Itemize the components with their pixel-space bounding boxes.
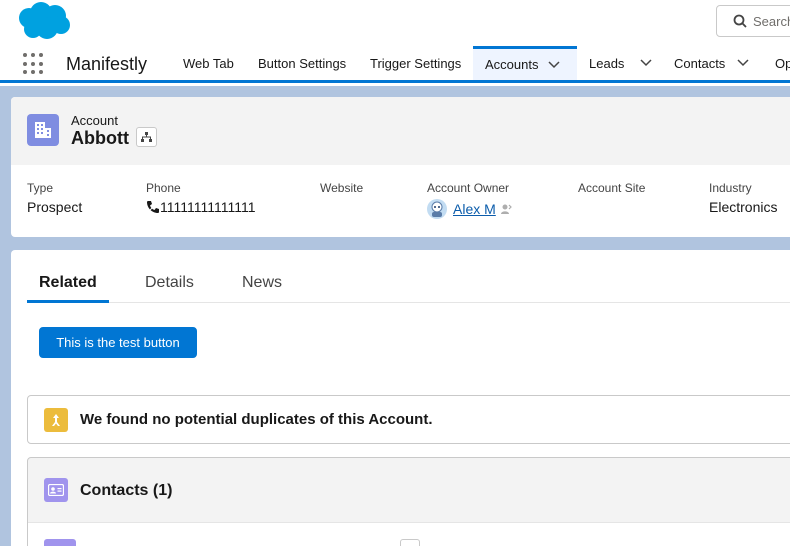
search-placeholder: Search... bbox=[753, 13, 790, 29]
phone-icon[interactable] bbox=[146, 200, 160, 214]
test-button[interactable]: This is the test button bbox=[39, 327, 197, 358]
app-navigation-bar: Manifestly Web Tab Button Settings Trigg… bbox=[0, 46, 790, 83]
field-phone: Phone 11111111111111 bbox=[146, 181, 256, 215]
contact-icon bbox=[44, 478, 68, 502]
contacts-list-title[interactable]: Contacts (1) bbox=[80, 482, 172, 500]
contacts-related-list: Contacts (1) bbox=[27, 457, 790, 546]
account-icon bbox=[27, 114, 59, 146]
field-label: Type bbox=[27, 181, 54, 195]
hierarchy-icon bbox=[141, 131, 152, 142]
duplicates-card: We found no potential duplicates of this… bbox=[27, 395, 790, 444]
tab-details[interactable]: Details bbox=[145, 274, 194, 292]
app-name: Manifestly bbox=[66, 54, 148, 74]
record-highlights-panel: Account Abbott Type Prospect Phone 11111… bbox=[11, 97, 790, 237]
phone-number[interactable]: 11111111111111 bbox=[160, 199, 256, 215]
nav-item-trigger-settings[interactable]: Trigger Settings bbox=[370, 46, 461, 80]
duplicates-message: We found no potential duplicates of this… bbox=[80, 411, 433, 428]
field-industry: Industry Electronics bbox=[709, 181, 777, 215]
field-label: Account Owner bbox=[427, 181, 510, 195]
field-label: Phone bbox=[146, 181, 181, 195]
nav-item-label: Contacts bbox=[674, 55, 726, 71]
contacts-list-body bbox=[28, 522, 790, 546]
chevron-down-icon[interactable] bbox=[737, 59, 749, 67]
row-actions-menu[interactable] bbox=[400, 539, 420, 546]
change-owner-icon[interactable] bbox=[500, 203, 512, 215]
active-tab-indicator bbox=[27, 300, 109, 303]
global-header: Search... bbox=[0, 0, 790, 46]
nav-item-label: Button Settings bbox=[258, 55, 347, 71]
field-value: Prospect bbox=[27, 199, 83, 215]
nav-item-button-settings[interactable]: Button Settings bbox=[258, 46, 346, 80]
chevron-down-icon[interactable] bbox=[548, 60, 561, 69]
record-tabs: Related Details News bbox=[27, 264, 790, 303]
contact-row-icon bbox=[44, 539, 76, 546]
nav-item-accounts[interactable]: Accounts bbox=[473, 46, 577, 80]
record-title: Abbott bbox=[71, 128, 129, 148]
nav-item-label: Web Tab bbox=[183, 55, 234, 71]
field-label: Website bbox=[320, 181, 364, 195]
app-launcher-icon[interactable] bbox=[23, 53, 45, 75]
nav-item-contacts[interactable]: Contacts bbox=[674, 46, 749, 80]
search-icon bbox=[733, 14, 747, 28]
nav-item-web-tab[interactable]: Web Tab bbox=[183, 46, 234, 80]
related-content-card: Related Details News This is the test bu… bbox=[11, 250, 790, 546]
nav-item-opportunities[interactable]: Op bbox=[775, 46, 790, 80]
entity-label: Account bbox=[71, 113, 118, 128]
field-value: Alex M bbox=[427, 199, 512, 219]
nav-item-label: Accounts bbox=[485, 57, 539, 72]
owner-link[interactable]: Alex M bbox=[453, 201, 496, 217]
field-value: 11111111111111 bbox=[146, 199, 256, 215]
global-search-input[interactable]: Search... bbox=[716, 5, 790, 37]
tab-related[interactable]: Related bbox=[39, 274, 97, 292]
field-account-owner: Account Owner Alex M bbox=[427, 181, 512, 219]
nav-item-label: Trigger Settings bbox=[370, 55, 462, 71]
user-avatar bbox=[427, 199, 447, 219]
field-website: Website bbox=[320, 181, 363, 199]
field-value: Electronics bbox=[709, 199, 778, 215]
field-type: Type Prospect bbox=[27, 181, 82, 215]
field-label: Industry bbox=[709, 181, 752, 195]
nav-item-label: Op bbox=[775, 55, 790, 71]
merge-icon bbox=[44, 408, 68, 432]
salesforce-logo-icon[interactable] bbox=[14, 1, 72, 41]
nav-item-leads[interactable]: Leads bbox=[589, 46, 652, 80]
nav-item-label: Leads bbox=[589, 55, 625, 71]
chevron-down-icon[interactable] bbox=[640, 59, 652, 67]
tab-news[interactable]: News bbox=[242, 274, 282, 292]
view-hierarchy-button[interactable] bbox=[136, 127, 157, 147]
field-account-site: Account Site bbox=[578, 181, 645, 199]
field-label: Account Site bbox=[578, 181, 646, 195]
